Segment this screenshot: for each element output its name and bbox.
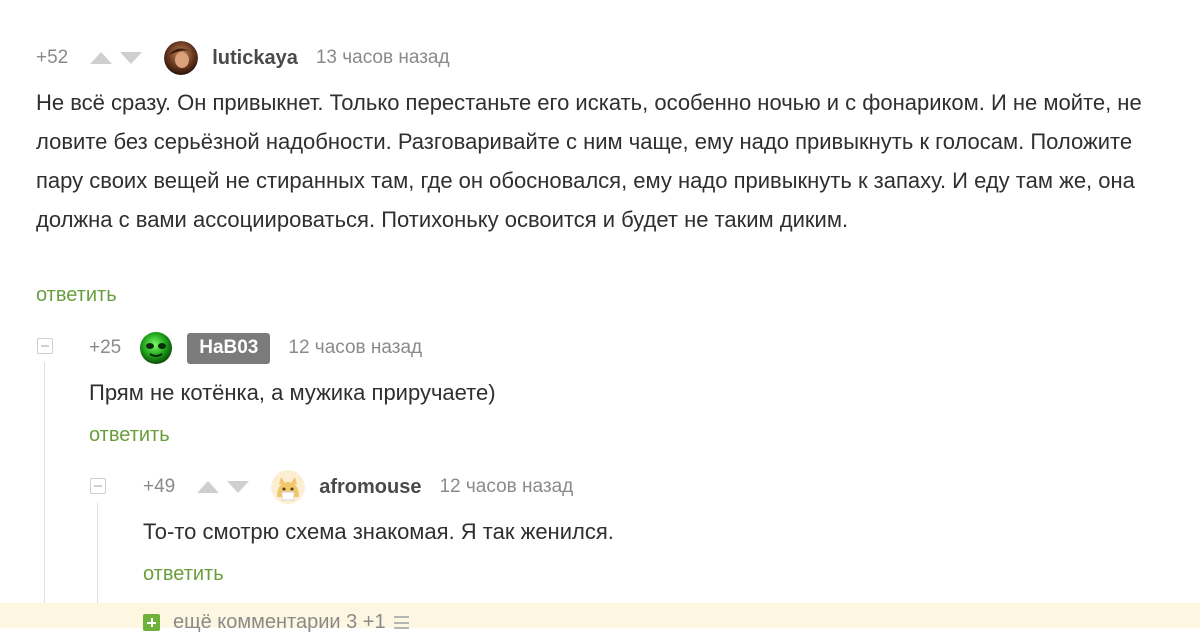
more-comments-link[interactable]: ещё комментарии 3 +1 [173,611,386,634]
comment-username[interactable]: lutickaya [212,47,298,70]
upvote-icon[interactable] [197,481,220,493]
comment-timestamp[interactable]: 12 часов назад [288,337,422,359]
comment-username[interactable]: afromouse [319,476,421,499]
comment-timestamp[interactable]: 13 часов назад [316,47,450,69]
vote-controls [90,52,143,64]
upvote-icon[interactable] [90,52,113,64]
cat-avatar-icon[interactable] [271,470,306,504]
comment-timestamp[interactable]: 12 часов назад [439,476,573,498]
thread-branch-line[interactable] [44,362,45,628]
collapse-list-icon[interactable] [393,616,409,629]
downvote-icon[interactable] [120,52,143,64]
comment-header: +52 lutickaya 13 часов назад [36,41,450,75]
comment-header: +49 afromouse 12 часов назад [143,470,573,504]
more-comments-row[interactable]: ещё комментарии 3 +1 [143,611,409,634]
user-avatar-icon[interactable] [164,41,199,75]
comment-text: То-то смотрю схема знакомая. Я так женил… [143,519,614,544]
comment-text: Не всё сразу. Он привыкнет. Только перес… [36,90,1142,232]
username-badge[interactable]: HaB03 [187,332,271,364]
comment-rating: +52 [36,47,69,68]
vote-controls [197,481,250,493]
comment-header: +25 HaB03 12 часов назад [89,331,422,365]
green-alien-avatar-icon[interactable] [139,331,173,365]
reply-link[interactable]: ответить [143,563,224,586]
reply-link[interactable]: ответить [36,284,117,307]
more-comments-bar[interactable]: ещё комментарии 3 +1 [0,603,1200,633]
comment-text: Прям не котёнка, а мужика приручаете) [89,380,496,405]
collapse-thread-icon[interactable] [90,478,106,494]
downvote-icon[interactable] [227,481,250,493]
expand-plus-icon[interactable] [143,614,160,631]
reply-link[interactable]: ответить [89,424,170,447]
comment-rating: +25 [89,337,122,358]
collapse-thread-icon[interactable] [37,338,53,354]
comment-rating: +49 [143,476,176,497]
